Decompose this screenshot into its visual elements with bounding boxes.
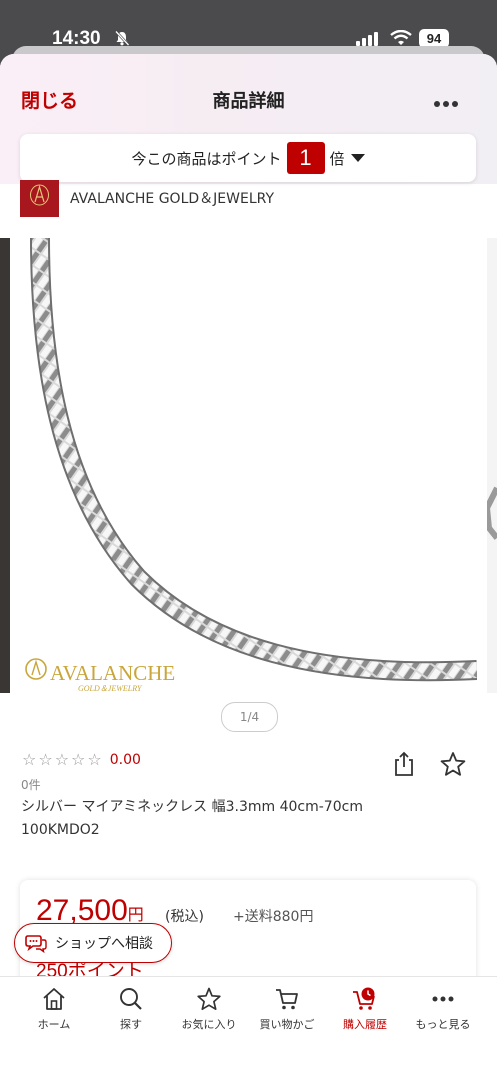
tab-favorites[interactable]: お気に入り (169, 987, 249, 1032)
tab-more[interactable]: もっと見る (403, 987, 483, 1032)
points-banner-prefix: 今この商品はポイント (131, 149, 282, 168)
shop-link[interactable]: AVALANCHE GOLD＆JEWELRY (20, 179, 274, 217)
rating-row[interactable]: ☆☆☆☆☆ 0.00 (22, 750, 141, 769)
caret-down-icon (350, 154, 365, 162)
product-image-gallery[interactable]: AVALANCHE GOLD＆JEWELRY (0, 238, 497, 696)
home-icon (43, 988, 65, 1010)
tab-favorites-label: お気に入り (181, 1018, 237, 1031)
points-multiplier-value: 1 (286, 142, 325, 174)
product-title: シルバー マイアミネックレス 幅3.3mm 40cm-70cm 100KMDO2 (21, 799, 363, 838)
next-image-peek[interactable] (483, 238, 497, 693)
tab-more-label: もっと見る (415, 1018, 471, 1031)
favorite-star-icon[interactable] (440, 751, 466, 777)
shop-name: AVALANCHE GOLD＆JEWELRY (70, 191, 275, 207)
more-icon (432, 996, 454, 1002)
tab-cart[interactable]: 買い物かご (247, 987, 327, 1032)
shop-logo (20, 179, 59, 217)
rating-stars: ☆☆☆☆☆ (22, 750, 104, 769)
brand-watermark-line2: GOLD＆JEWELRY (78, 684, 143, 693)
tab-cart-label: 買い物かご (259, 1018, 315, 1031)
points-banner-suffix: 倍 (329, 149, 345, 168)
image-page-indicator: 1/4 (221, 702, 278, 732)
bottom-tab-bar: ホーム 探す お気に入り 買い物かご 購入履歴 もっと見る (0, 976, 497, 1081)
brand-watermark-line1: AVALANCHE (50, 661, 175, 685)
star-icon (197, 987, 221, 1011)
share-icon[interactable] (392, 751, 416, 777)
search-icon (120, 988, 142, 1010)
product-image[interactable]: AVALANCHE GOLD＆JEWELRY (18, 238, 477, 693)
price-currency: 円 (127, 907, 144, 924)
tab-home-label: ホーム (37, 1018, 71, 1031)
bell-muted-icon (115, 30, 130, 46)
point-multiplier-banner[interactable]: 今この商品はポイント 1 倍 (20, 134, 476, 182)
more-options-icon[interactable] (434, 92, 464, 107)
shipping-fee: +送料880円 (233, 909, 314, 925)
rating-value: 0.00 (109, 751, 141, 768)
tax-label: (税込) (165, 909, 204, 925)
wifi-icon (390, 30, 412, 45)
shop-consult-label: ショップへ相談 (55, 936, 153, 952)
purchase-history-icon (353, 987, 375, 1010)
chat-bubble-icon (25, 935, 47, 953)
tab-purchase-history[interactable]: 購入履歴 (325, 987, 405, 1032)
tab-search[interactable]: 探す (91, 987, 171, 1032)
review-count[interactable]: 0件 (21, 776, 41, 793)
cart-icon (276, 989, 298, 1010)
tab-purchase-history-label: 購入履歴 (343, 1018, 387, 1031)
shop-consult-button[interactable]: ショップへ相談 (14, 923, 172, 963)
previous-image-peek[interactable] (0, 238, 10, 693)
signal-icon (356, 32, 378, 46)
tab-home[interactable]: ホーム (14, 987, 94, 1032)
page-title: 商品詳細 (212, 91, 285, 112)
tab-search-label: 探す (120, 1018, 142, 1031)
chain-necklace-image: AVALANCHE GOLD＆JEWELRY (25, 238, 477, 693)
